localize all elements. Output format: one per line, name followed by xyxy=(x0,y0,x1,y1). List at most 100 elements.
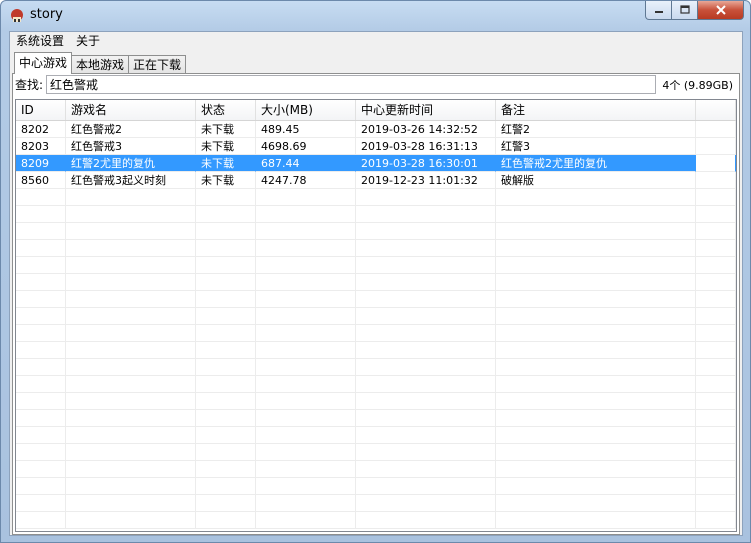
empty-grid-cell xyxy=(16,240,66,257)
empty-grid-row xyxy=(16,410,736,427)
title-bar[interactable]: story xyxy=(1,1,750,31)
empty-grid-cell xyxy=(496,274,696,291)
empty-grid-cell xyxy=(196,478,256,495)
empty-grid-cell xyxy=(496,342,696,359)
empty-grid-cell xyxy=(196,308,256,325)
row-filler xyxy=(696,138,736,155)
empty-grid-cell xyxy=(66,257,196,274)
table-row[interactable]: 8202 红色警戒2 未下载 489.45 2019-03-26 14:32:52 红警2 xyxy=(16,121,736,138)
tab-downloading[interactable]: 正在下载 xyxy=(128,55,187,74)
empty-grid-cell xyxy=(356,342,496,359)
empty-grid-row xyxy=(16,223,736,240)
empty-grid-cell xyxy=(16,393,66,410)
empty-grid-row xyxy=(16,478,736,495)
empty-grid-cell xyxy=(66,444,196,461)
menu-bar: 系统设置 关于 xyxy=(10,32,742,51)
empty-grid-cell xyxy=(696,359,736,376)
column-note-header[interactable]: 备注 xyxy=(496,100,696,120)
close-button[interactable] xyxy=(698,1,744,20)
empty-grid-row xyxy=(16,291,736,308)
column-status-header[interactable]: 状态 xyxy=(196,100,256,120)
empty-grid-cell xyxy=(496,206,696,223)
menu-about[interactable]: 关于 xyxy=(70,32,106,51)
empty-grid-cell xyxy=(66,274,196,291)
window-title: story xyxy=(30,7,63,22)
tab-strip: 中心游戏 本地游戏 正在下载 xyxy=(14,52,187,74)
empty-grid-cell xyxy=(356,461,496,478)
empty-grid-cell xyxy=(496,376,696,393)
empty-grid-cell xyxy=(256,444,356,461)
empty-grid-cell xyxy=(196,291,256,308)
empty-grid-cell xyxy=(16,342,66,359)
empty-grid-cell xyxy=(256,376,356,393)
empty-grid-cell xyxy=(356,257,496,274)
empty-grid-cell xyxy=(696,512,736,529)
tab-local-games[interactable]: 本地游戏 xyxy=(71,55,130,74)
column-size-cell: 687.44 xyxy=(256,155,356,172)
empty-grid-cell xyxy=(66,308,196,325)
empty-grid-cell xyxy=(66,410,196,427)
empty-grid-cell xyxy=(256,223,356,240)
client-area: 系统设置 关于 中心游戏 本地游戏 正在下载 查找: 4个 (9.89GB) I… xyxy=(9,31,743,536)
empty-grid-cell xyxy=(16,461,66,478)
empty-grid-cell xyxy=(496,478,696,495)
column-updated-header[interactable]: 中心更新时间 xyxy=(356,100,496,120)
empty-grid-cell xyxy=(496,291,696,308)
empty-grid-cell xyxy=(696,206,736,223)
window-controls xyxy=(645,1,744,21)
empty-grid-cell xyxy=(196,427,256,444)
table-row[interactable]: 8203 红色警戒3 未下载 4698.69 2019-03-28 16:31:13 红警… xyxy=(16,138,736,155)
column-note-cell: 红色警戒2尤里的复仇 xyxy=(496,155,696,172)
empty-grid-cell xyxy=(496,223,696,240)
empty-grid-cell xyxy=(66,206,196,223)
tab-center-games[interactable]: 中心游戏 xyxy=(14,52,73,74)
empty-grid-cell xyxy=(16,274,66,291)
maximize-button[interactable] xyxy=(672,1,698,20)
column-name-header[interactable]: 游戏名 xyxy=(66,100,196,120)
empty-grid-cell xyxy=(696,461,736,478)
column-name-cell: 红警2尤里的复仇 xyxy=(66,155,196,172)
game-list[interactable]: ID 游戏名 状态 大小(MB) 中心更新时间 备注 8202 红色警戒2 未下载 489.45… xyxy=(15,99,737,532)
menu-system-settings[interactable]: 系统设置 xyxy=(10,32,70,51)
empty-grid-row xyxy=(16,257,736,274)
empty-grid-cell xyxy=(696,478,736,495)
empty-grid-cell xyxy=(696,325,736,342)
search-label: 查找: xyxy=(15,78,44,92)
empty-grid-cell xyxy=(16,206,66,223)
empty-grid-cell xyxy=(196,376,256,393)
empty-grid-cell xyxy=(256,495,356,512)
empty-grid-row xyxy=(16,206,736,223)
empty-grid-cell xyxy=(496,461,696,478)
result-count: 4个 (9.89GB) xyxy=(662,79,733,92)
column-id-header[interactable]: ID xyxy=(16,100,66,120)
column-status-cell: 未下载 xyxy=(196,172,256,189)
column-size-header[interactable]: 大小(MB) xyxy=(256,100,356,120)
empty-grid-cell xyxy=(16,376,66,393)
empty-grid-row xyxy=(16,359,736,376)
empty-grid-row xyxy=(16,444,736,461)
table-row[interactable]: 8560 红色警戒3起义时刻 未下载 4247.78 2019-12-23 11:01:… xyxy=(16,172,736,189)
maximize-icon xyxy=(679,5,690,14)
app-window: story 系统设置 关于 中心游戏 本地游戏 正在下载 查找: 4个 (9 xyxy=(0,0,751,543)
empty-grid-cell xyxy=(16,495,66,512)
empty-grid-cell xyxy=(256,478,356,495)
minimize-button[interactable] xyxy=(645,1,672,20)
search-input[interactable] xyxy=(46,75,656,94)
row-filler xyxy=(696,172,736,189)
empty-grid-cell xyxy=(696,240,736,257)
empty-grid-cell xyxy=(696,410,736,427)
empty-grid-cell xyxy=(356,410,496,427)
empty-grid-cell xyxy=(16,427,66,444)
empty-grid-row xyxy=(16,274,736,291)
empty-grid-cell xyxy=(356,495,496,512)
empty-grid-cell xyxy=(696,444,736,461)
column-note-cell: 破解版 xyxy=(496,172,696,189)
column-size-cell: 4698.69 xyxy=(256,138,356,155)
empty-grid-cell xyxy=(66,223,196,240)
empty-grid-cell xyxy=(256,291,356,308)
empty-grid-cell xyxy=(356,325,496,342)
empty-grid-cell xyxy=(196,495,256,512)
empty-grid-cell xyxy=(66,291,196,308)
empty-grid-cell xyxy=(66,512,196,529)
table-row[interactable]: 8209 红警2尤里的复仇 未下载 687.44 2019-03-28 16:30:01… xyxy=(16,155,736,172)
